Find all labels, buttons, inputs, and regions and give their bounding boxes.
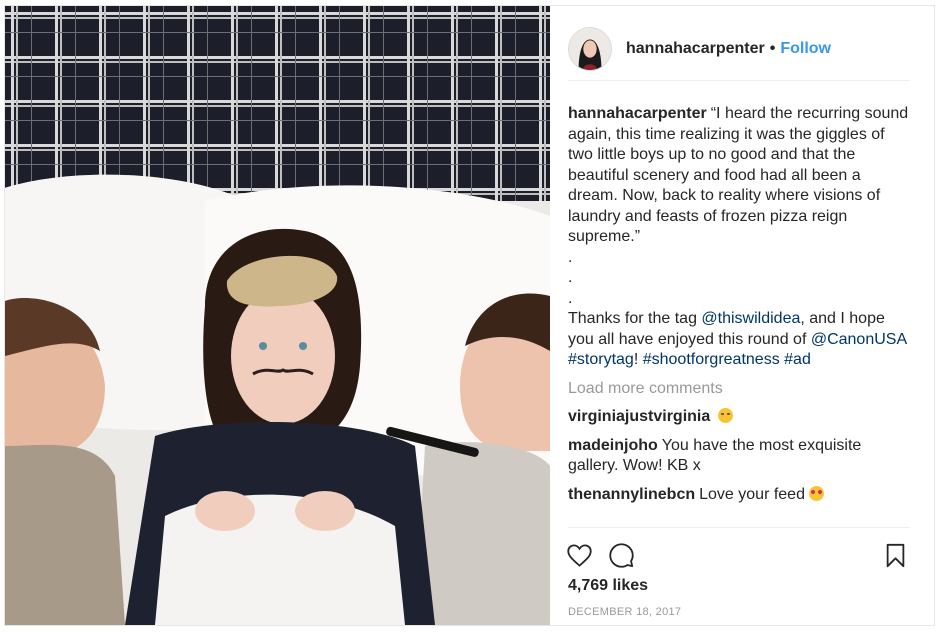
author-username[interactable]: hannahacarpenter (626, 40, 765, 58)
comment-bubble-icon (608, 542, 634, 568)
hashtag-shootforgreatness[interactable]: #shootforgreatness (643, 351, 780, 368)
caption-dot-line: . (568, 289, 573, 307)
comments-list[interactable]: hannahacarpenter “I heard the recurring s… (568, 104, 910, 524)
caption-quote: “I heard the recurring sound again, this… (568, 105, 909, 245)
post-side-panel: hannahacarpenter • Follow hannahacarpent… (550, 6, 934, 625)
likes-count[interactable]: 4,769 likes (568, 577, 648, 595)
post-header-text: hannahacarpenter • Follow (626, 40, 831, 58)
post-date[interactable]: DECEMBER 18, 2017 (568, 606, 681, 618)
caption-exclamation: ! (633, 351, 639, 368)
list-item: madeinjoho You have the most exquisite ga… (568, 436, 910, 477)
avatar[interactable] (568, 26, 612, 71)
hashtag-storytag[interactable]: #storytag (568, 351, 634, 368)
hashtag-ad[interactable]: #ad (784, 351, 811, 368)
comment-username[interactable]: madeinjoho (568, 437, 658, 454)
action-bar (564, 538, 910, 572)
actions-divider (568, 527, 910, 528)
bookmark-icon (886, 543, 904, 567)
caption-thanks-text: Thanks for the tag (568, 310, 702, 327)
post-card: hannahacarpenter • Follow hannahacarpent… (4, 5, 935, 626)
caption-dot-line: . (568, 269, 573, 286)
post-photo-illustration (5, 6, 550, 625)
list-item: virginiajustvirginia (568, 407, 910, 428)
follow-button[interactable]: Follow (780, 40, 831, 58)
post-caption: hannahacarpenter “I heard the recurring s… (568, 104, 910, 371)
post-header: hannahacarpenter • Follow (568, 21, 910, 81)
comment-username[interactable]: virginiajustvirginia (568, 408, 710, 425)
list-item: thenannylinebcn Love your feed (568, 485, 910, 506)
heart-icon (566, 543, 592, 567)
mention-canonusa[interactable]: @CanonUSA (811, 331, 906, 348)
mention-thiswildidea[interactable]: @thiswildidea (701, 310, 800, 327)
caption-username[interactable]: hannahacarpenter (568, 105, 707, 122)
post-photo[interactable] (5, 6, 550, 625)
load-more-comments[interactable]: Load more comments (568, 379, 910, 400)
drooling-face-icon (718, 408, 734, 423)
avatar-image (569, 27, 611, 70)
comment-username[interactable]: thenannylinebcn (568, 486, 695, 503)
separator-dot: • (769, 39, 776, 57)
comment-button[interactable] (606, 540, 636, 570)
caption-dot-line: . (568, 248, 573, 266)
like-button[interactable] (564, 540, 594, 570)
save-button[interactable] (880, 540, 910, 570)
comment-text: Love your feed (699, 485, 805, 503)
heart-eyes-face-icon (808, 485, 824, 501)
